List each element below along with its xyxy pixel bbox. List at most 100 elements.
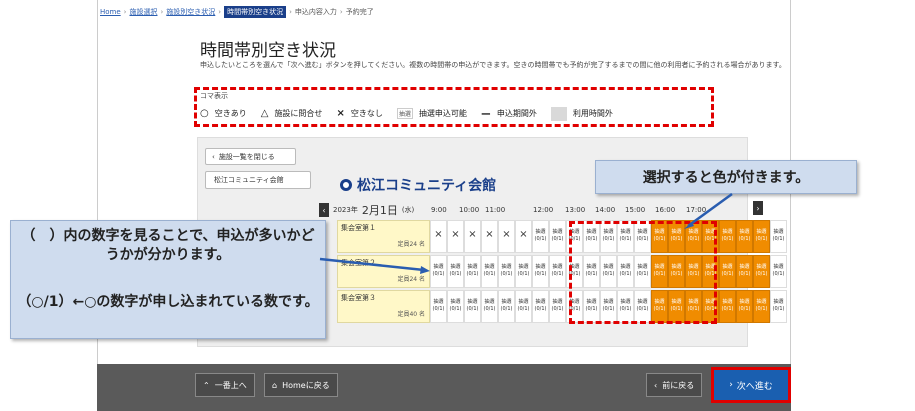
slot-selected[interactable]: 抽選 (0/1) (736, 290, 753, 323)
legend-full: × 空きなし (336, 108, 382, 119)
callout-left-arrow (319, 257, 430, 274)
callout-text-2: （○/1）←○の数字が申し込まれている数です。 (17, 294, 319, 310)
breadcrumb-facility-availability[interactable]: 施設別空き状況 (166, 7, 215, 17)
scroll-top-button[interactable]: ⌃ 一番上へ (195, 373, 255, 397)
facility-name: 松江コミュニティ会館 (340, 175, 496, 195)
date-nav: ‹ 2023年 2月1日 (水) (319, 202, 414, 218)
circle-icon: ○ (200, 108, 209, 119)
slot-selected[interactable]: 抽選 (0/1) (719, 290, 736, 323)
home-icon: ⌂ (272, 380, 278, 390)
time-label: 14:00 (595, 206, 616, 214)
time-label: 12:00 (533, 206, 554, 214)
slot-lottery[interactable]: 抽選 (0/1) (549, 290, 566, 323)
home-button[interactable]: ⌂ Homeに戻る (264, 373, 338, 397)
slot-lottery[interactable]: 抽選 (0/1) (498, 290, 515, 323)
legend: ○ 空きあり △ 施設に問合せ × 空きなし 抽選 抽選申込可能 ー申込期間外 利用時間… (200, 106, 613, 121)
slot-lottery[interactable]: 抽選 (0/1) (515, 290, 532, 323)
chevron-left-icon: ‹ (212, 152, 215, 161)
slot-lottery[interactable]: 抽選 (0/1) (481, 290, 498, 323)
slot-full[interactable]: × (515, 220, 532, 253)
date-weekday: (水) (401, 206, 415, 214)
slot-selected[interactable]: 抽選 (0/1) (753, 290, 770, 323)
time-label: 10:00 (459, 206, 480, 214)
next-button[interactable]: › 次へ進む (711, 367, 791, 403)
legend-inquire: △ 施設に問合せ (261, 108, 323, 119)
lottery-icon: 抽選 (396, 108, 413, 119)
next-date-button[interactable]: › (753, 201, 763, 215)
slot-lottery[interactable]: 抽選 (0/1) (770, 290, 787, 323)
slot-selected[interactable]: 抽選 (0/1) (753, 255, 770, 288)
slot-lottery[interactable]: 抽選 (0/1) (481, 255, 498, 288)
room-name-cell: 集会室第１ 定員24 名 (337, 220, 430, 253)
next-label: 次へ進む (736, 381, 773, 392)
callout-count-explanation: （ ）内の数字を見ることで、申込が多いかどうかが分かります。 （○/1）←○の数… (10, 220, 326, 339)
slot-selected[interactable]: 抽選 (0/1) (753, 220, 770, 253)
chevron-right-icon: › (729, 380, 733, 390)
slot-lottery[interactable]: 抽選 (0/1) (464, 290, 481, 323)
date-year: 2023年 (333, 206, 358, 214)
breadcrumb-complete: 予約完了 (345, 8, 374, 16)
slot-lottery[interactable]: 抽選 (0/1) (464, 255, 481, 288)
breadcrumb-home[interactable]: Home (100, 8, 121, 16)
facility-name-text: 松江コミュニティ会館 (357, 178, 497, 194)
facility-tab[interactable]: 松江コミュニティ会館 (205, 171, 311, 189)
slot-lottery[interactable]: 抽選 (0/1) (770, 220, 787, 253)
callout-text-1: （ ）内の数字を見ることで、申込が多いかどうかが分かります。 (21, 228, 315, 263)
slot-full[interactable]: × (481, 220, 498, 253)
dash-icon: ー (480, 110, 491, 121)
legend-label: 利用時間外 (572, 109, 613, 118)
page-description: 申込したいところを選んで「次へ進む」ボタンを押してください。複数の時間帯の申込が… (200, 61, 786, 69)
room-capacity: 定員40 名 (397, 311, 425, 318)
slot-lottery[interactable]: 抽選 (0/1) (532, 290, 549, 323)
breadcrumb-current: 時間帯別空き状況 (224, 6, 287, 18)
scroll-top-label: 一番上へ (214, 380, 247, 390)
breadcrumb-apply-input: 申込内容入力 (294, 8, 337, 16)
legend-label: 抽選申込可能 (418, 109, 467, 118)
room-capacity: 定員24 名 (397, 241, 425, 248)
slot-selected[interactable]: 抽選 (0/1) (736, 255, 753, 288)
prev-date-button[interactable]: ‹ (319, 203, 329, 217)
back-button[interactable]: ‹ 前に戻る (646, 373, 703, 397)
date-main: 2月1日 (361, 204, 398, 217)
breadcrumb-facility-select[interactable]: 施設選択 (129, 7, 157, 17)
time-label: 13:00 (565, 206, 586, 214)
slot-lottery[interactable]: 抽選 (0/1) (770, 255, 787, 288)
slot-lottery[interactable]: 抽選 (0/1) (549, 220, 566, 253)
close-facility-list-button[interactable]: ‹ 施設一覧を閉じる (205, 148, 296, 165)
page-title: 時間帯別空き状況 (200, 41, 336, 61)
legend-label: 空きあり (214, 109, 247, 118)
legend-label: 申込期間外 (496, 109, 537, 118)
slot-full[interactable]: × (498, 220, 515, 253)
room-name: 集会室第１ (341, 224, 376, 232)
chevron-left-icon: ‹ (654, 380, 658, 390)
facility-circle-icon (340, 179, 352, 191)
slot-lottery[interactable]: 抽選 (0/1) (515, 255, 532, 288)
time-label: 11:00 (485, 206, 506, 214)
slot-lottery[interactable]: 抽選 (0/1) (430, 255, 447, 288)
slot-lottery[interactable]: 抽選 (0/1) (532, 220, 549, 253)
callout-top-arrow (684, 192, 733, 229)
slot-lottery[interactable]: 抽選 (0/1) (430, 290, 447, 323)
slot-lottery[interactable]: 抽選 (0/1) (498, 255, 515, 288)
room-capacity: 定員24 名 (397, 276, 425, 283)
cross-icon: × (336, 108, 345, 119)
legend-available: ○ 空きあり (200, 108, 247, 119)
time-label: 15:00 (625, 206, 646, 214)
slot-full[interactable]: × (464, 220, 481, 253)
legend-label: 空きなし (350, 109, 383, 118)
slot-full[interactable]: × (447, 220, 464, 253)
double-chevron-up-icon: ⌃ (203, 380, 210, 390)
legend-label: 施設に問合せ (274, 109, 323, 118)
slot-selected[interactable]: 抽選 (0/1) (719, 255, 736, 288)
selection-highlight-box (569, 221, 717, 324)
legend-lottery: 抽選 抽選申込可能 (396, 108, 467, 119)
slot-lottery[interactable]: 抽選 (0/1) (532, 255, 549, 288)
back-label: 前に戻る (662, 380, 695, 390)
slot-lottery[interactable]: 抽選 (0/1) (447, 290, 464, 323)
room-name: 集会室第３ (341, 294, 376, 302)
slot-lottery[interactable]: 抽選 (0/1) (549, 255, 566, 288)
slot-lottery[interactable]: 抽選 (0/1) (447, 255, 464, 288)
close-label: 施設一覧を閉じる (218, 152, 275, 161)
slot-full[interactable]: × (430, 220, 447, 253)
time-label: 16:00 (655, 206, 676, 214)
